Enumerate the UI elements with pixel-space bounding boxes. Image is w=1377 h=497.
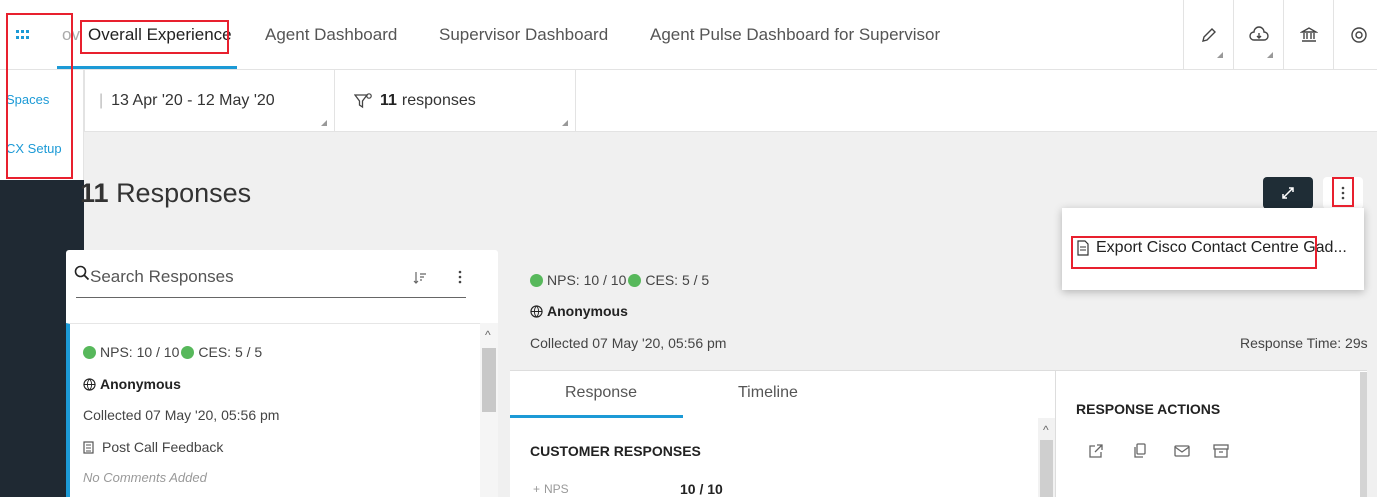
sort-icon[interactable] (413, 271, 427, 288)
tab-agent-dashboard[interactable]: Agent Dashboard (265, 0, 397, 70)
search-input[interactable]: Search Responses (90, 267, 234, 287)
detail-nps: NPS: 10 / 10 (547, 272, 627, 288)
responses-label: responses (401, 92, 476, 109)
responses-title-label: Responses (116, 178, 252, 208)
divider (84, 70, 85, 132)
card-ces: CES: 5 / 5 (198, 344, 263, 360)
nps-row-label: + NPS (533, 482, 569, 496)
search-row: Search Responses (66, 250, 498, 315)
spaces-menu: Spaces CX Setup (0, 70, 84, 180)
open-external-icon[interactable] (1088, 443, 1104, 464)
export-label: Export Cisco Contact Centre Gad... (1096, 239, 1347, 256)
pencil-icon[interactable] (1183, 0, 1233, 70)
responses-total: 11 (80, 178, 109, 208)
sidebar-item-spaces[interactable]: Spaces (6, 92, 49, 107)
tab-prefix-cut: ov (62, 25, 80, 44)
response-actions-heading: RESPONSE ACTIONS (1076, 401, 1221, 417)
search-icon (74, 265, 90, 287)
divider (334, 70, 335, 132)
active-detail-tab-indicator (510, 415, 683, 418)
archive-icon[interactable] (1213, 443, 1229, 464)
ces-status-icon (181, 345, 195, 359)
tab-response[interactable]: Response (565, 384, 637, 402)
export-menu-item[interactable]: Export Cisco Contact Centre Gad... (1076, 239, 1347, 257)
nps-status-icon (83, 345, 96, 359)
detail-scores: NPS: 10 / 10 CES: 5 / 5 (530, 272, 709, 288)
list-more-icon[interactable] (458, 268, 462, 289)
page-scrollbar[interactable] (1360, 372, 1367, 497)
at-icon[interactable] (1333, 0, 1377, 70)
card-survey: Post Call Feedback (83, 439, 223, 455)
card-survey-name: Post Call Feedback (102, 439, 224, 455)
scroll-up-icon[interactable]: ^ (485, 328, 491, 342)
email-icon[interactable] (1174, 443, 1190, 463)
tab-timeline[interactable]: Timeline (738, 384, 798, 402)
kebab-icon (1341, 186, 1345, 200)
card-user-name: Anonymous (100, 376, 181, 392)
survey-icon (83, 440, 94, 454)
response-actions-panel (1055, 370, 1367, 497)
detail-user-name: Anonymous (547, 303, 628, 319)
globe-icon (83, 377, 96, 391)
nps-status-icon (530, 273, 543, 287)
card-scores: NPS: 10 / 10 CES: 5 / 5 (83, 344, 262, 360)
expand-button[interactable] (1263, 177, 1313, 209)
customer-responses-heading: CUSTOMER RESPONSES (530, 443, 701, 459)
cloud-download-icon[interactable] (1233, 0, 1283, 70)
nps-row-value: 10 / 10 (680, 481, 723, 497)
active-tab-indicator (57, 66, 237, 69)
card-comments: No Comments Added (83, 470, 207, 485)
card-collected: Collected 07 May '20, 05:56 pm (83, 407, 280, 423)
detail-user: Anonymous (530, 303, 628, 319)
tab-supervisor-dashboard[interactable]: Supervisor Dashboard (439, 0, 608, 70)
date-range-dropdown-corner (321, 120, 327, 126)
date-range-label: 13 Apr '20 - 12 May '20 (111, 92, 275, 109)
detail-scroll-up-icon[interactable]: ^ (1043, 423, 1049, 437)
card-user: Anonymous (83, 376, 181, 392)
page-title: 11 Responses (80, 178, 251, 209)
filter-icon (354, 93, 372, 109)
response-time: Response Time: 29s (1240, 335, 1368, 351)
responses-dropdown-corner (562, 120, 568, 126)
globe-icon (530, 304, 543, 318)
tab-overall-experience[interactable]: Overall Experience (88, 0, 232, 70)
top-tab-bar: ov Overall Experience Agent Dashboard Su… (0, 0, 1377, 70)
apps-grid-icon[interactable] (0, 0, 46, 70)
list-scroll-thumb[interactable] (482, 348, 496, 412)
document-icon (1077, 240, 1089, 256)
sidebar-item-cx-setup[interactable]: CX Setup (6, 141, 62, 156)
date-range-filter[interactable]: | 13 Apr '20 - 12 May '20 (99, 70, 275, 132)
ces-status-icon (628, 273, 642, 287)
card-nps: NPS: 10 / 10 (100, 344, 180, 360)
bank-icon[interactable] (1283, 0, 1333, 70)
detail-ces: CES: 5 / 5 (645, 272, 710, 288)
expand-icon (1282, 187, 1294, 199)
nps-row-label-text: NPS (544, 482, 569, 496)
copy-icon[interactable] (1133, 443, 1147, 464)
search-underline (76, 297, 466, 298)
detail-collected: Collected 07 May '20, 05:56 pm (530, 335, 727, 351)
export-menu: Export Cisco Contact Centre Gad... (1062, 208, 1364, 290)
divider (575, 70, 576, 132)
responses-filter[interactable]: 11 responses (354, 70, 476, 132)
filter-bar: | 13 Apr '20 - 12 May '20 11 responses (84, 70, 1377, 132)
more-options-button[interactable] (1323, 177, 1363, 209)
detail-scroll-thumb[interactable] (1040, 440, 1053, 497)
responses-count: 11 (380, 92, 397, 109)
tab-agent-pulse-dashboard[interactable]: Agent Pulse Dashboard for Supervisor (650, 0, 940, 70)
